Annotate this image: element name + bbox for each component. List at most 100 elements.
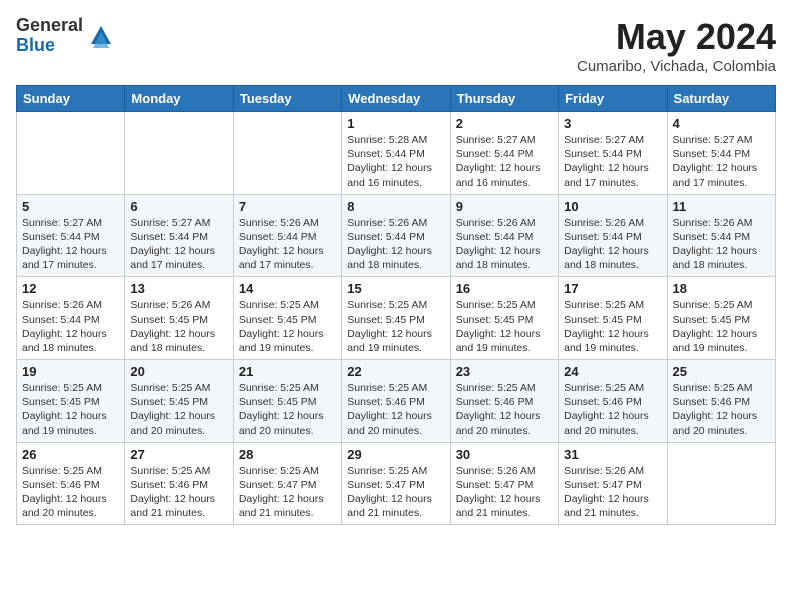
calendar-cell: 12 Sunrise: 5:26 AMSunset: 5:44 PMDayligh… <box>17 277 125 360</box>
calendar-cell: 20Sunrise: 5:25 AMSunset: 5:45 PMDayligh… <box>125 360 233 443</box>
calendar-cell: 23Sunrise: 5:25 AMSunset: 5:46 PMDayligh… <box>450 360 558 443</box>
day-info: Sunrise: 5:25 AMSunset: 5:46 PMDaylight:… <box>347 381 444 438</box>
calendar-cell: 29 Sunrise: 5:25 AMSunset: 5:47 PMDayligh… <box>342 442 450 525</box>
calendar-cell: 25 Sunrise: 5:25 AMSunset: 5:46 PMDayligh… <box>667 360 775 443</box>
day-info: Sunrise: 5:25 AMSunset: 5:45 PMDaylight:… <box>673 298 770 355</box>
day-number: 22 <box>347 364 444 379</box>
day-info: Sunrise: 5:25 AMSunset: 5:45 PMDaylight:… <box>22 381 119 438</box>
day-info: Sunrise: 5:26 AMSunset: 5:44 PMDaylight:… <box>22 298 119 355</box>
calendar-cell: 1Sunrise: 5:28 AMSunset: 5:44 PMDaylight… <box>342 112 450 195</box>
day-number: 3 <box>564 116 661 131</box>
calendar-cell: 19 Sunrise: 5:25 AMSunset: 5:45 PMDayligh… <box>17 360 125 443</box>
day-info: Sunrise: 5:27 AMSunset: 5:44 PMDaylight:… <box>130 216 227 273</box>
title-block: May 2024 Cumaribo, Vichada, Colombia <box>577 16 776 75</box>
day-number: 10 <box>564 199 661 214</box>
day-number: 13 <box>130 281 227 296</box>
calendar-week-2: 5 Sunrise: 5:27 AMSunset: 5:44 PMDaylight… <box>17 194 776 277</box>
calendar-cell: 6Sunrise: 5:27 AMSunset: 5:44 PMDaylight… <box>125 194 233 277</box>
day-number: 14 <box>239 281 336 296</box>
day-number: 18 <box>673 281 770 296</box>
day-number: 7 <box>239 199 336 214</box>
calendar-cell: 28 Sunrise: 5:25 AMSunset: 5:47 PMDayligh… <box>233 442 341 525</box>
calendar-cell: 3 Sunrise: 5:27 AMSunset: 5:44 PMDaylight… <box>559 112 667 195</box>
calendar-cell <box>233 112 341 195</box>
day-number: 31 <box>564 447 661 462</box>
day-number: 9 <box>456 199 553 214</box>
weekday-header-sunday: Sunday <box>17 86 125 112</box>
day-info: Sunrise: 5:25 AMSunset: 5:47 PMDaylight:… <box>239 464 336 521</box>
day-number: 26 <box>22 447 119 462</box>
day-info: Sunrise: 5:26 AMSunset: 5:44 PMDaylight:… <box>673 216 770 273</box>
day-info: Sunrise: 5:26 AMSunset: 5:44 PMDaylight:… <box>239 216 336 273</box>
calendar-cell: 14 Sunrise: 5:25 AMSunset: 5:45 PMDayligh… <box>233 277 341 360</box>
day-info: Sunrise: 5:26 AMSunset: 5:45 PMDaylight:… <box>130 298 227 355</box>
day-info: Sunrise: 5:25 AMSunset: 5:46 PMDaylight:… <box>564 381 661 438</box>
day-number: 28 <box>239 447 336 462</box>
day-info: Sunrise: 5:26 AMSunset: 5:47 PMDaylight:… <box>564 464 661 521</box>
calendar-cell: 22 Sunrise: 5:25 AMSunset: 5:46 PMDayligh… <box>342 360 450 443</box>
calendar-cell: 26 Sunrise: 5:25 AMSunset: 5:46 PMDayligh… <box>17 442 125 525</box>
day-info: Sunrise: 5:25 AMSunset: 5:47 PMDaylight:… <box>347 464 444 521</box>
day-number: 2 <box>456 116 553 131</box>
day-info: Sunrise: 5:27 AMSunset: 5:44 PMDaylight:… <box>22 216 119 273</box>
day-info: Sunrise: 5:25 AMSunset: 5:46 PMDaylight:… <box>673 381 770 438</box>
calendar-cell: 18 Sunrise: 5:25 AMSunset: 5:45 PMDayligh… <box>667 277 775 360</box>
calendar-table: SundayMondayTuesdayWednesdayThursdayFrid… <box>16 85 776 525</box>
calendar-cell: 21 Sunrise: 5:25 AMSunset: 5:45 PMDayligh… <box>233 360 341 443</box>
day-info: Sunrise: 5:25 AMSunset: 5:46 PMDaylight:… <box>130 464 227 521</box>
calendar-cell: 27 Sunrise: 5:25 AMSunset: 5:46 PMDayligh… <box>125 442 233 525</box>
day-info: Sunrise: 5:27 AMSunset: 5:44 PMDaylight:… <box>673 133 770 190</box>
calendar-cell <box>667 442 775 525</box>
day-info: Sunrise: 5:26 AMSunset: 5:44 PMDaylight:… <box>456 216 553 273</box>
logo-icon <box>87 22 115 50</box>
day-number: 5 <box>22 199 119 214</box>
day-info: Sunrise: 5:25 AMSunset: 5:45 PMDaylight:… <box>239 381 336 438</box>
day-number: 11 <box>673 199 770 214</box>
calendar-cell <box>17 112 125 195</box>
day-info: Sunrise: 5:27 AMSunset: 5:44 PMDaylight:… <box>564 133 661 190</box>
day-info: Sunrise: 5:25 AMSunset: 5:45 PMDaylight:… <box>456 298 553 355</box>
logo: General Blue <box>16 16 115 56</box>
day-info: Sunrise: 5:25 AMSunset: 5:45 PMDaylight:… <box>130 381 227 438</box>
day-info: Sunrise: 5:25 AMSunset: 5:45 PMDaylight:… <box>564 298 661 355</box>
day-number: 21 <box>239 364 336 379</box>
calendar-cell: 30Sunrise: 5:26 AMSunset: 5:47 PMDayligh… <box>450 442 558 525</box>
calendar-cell <box>125 112 233 195</box>
calendar-cell: 9 Sunrise: 5:26 AMSunset: 5:44 PMDaylight… <box>450 194 558 277</box>
page-header: General Blue May 2024 Cumaribo, Vichada,… <box>16 16 776 75</box>
weekday-header-friday: Friday <box>559 86 667 112</box>
location: Cumaribo, Vichada, Colombia <box>577 58 776 75</box>
day-info: Sunrise: 5:25 AMSunset: 5:45 PMDaylight:… <box>239 298 336 355</box>
day-number: 16 <box>456 281 553 296</box>
day-number: 17 <box>564 281 661 296</box>
day-number: 25 <box>673 364 770 379</box>
calendar-cell: 5 Sunrise: 5:27 AMSunset: 5:44 PMDaylight… <box>17 194 125 277</box>
day-number: 12 <box>22 281 119 296</box>
day-number: 19 <box>22 364 119 379</box>
calendar-cell: 7 Sunrise: 5:26 AMSunset: 5:44 PMDaylight… <box>233 194 341 277</box>
day-number: 23 <box>456 364 553 379</box>
calendar-cell: 15Sunrise: 5:25 AMSunset: 5:45 PMDayligh… <box>342 277 450 360</box>
day-number: 1 <box>347 116 444 131</box>
day-info: Sunrise: 5:26 AMSunset: 5:44 PMDaylight:… <box>564 216 661 273</box>
weekday-header-monday: Monday <box>125 86 233 112</box>
calendar-cell: 4Sunrise: 5:27 AMSunset: 5:44 PMDaylight… <box>667 112 775 195</box>
day-number: 29 <box>347 447 444 462</box>
day-info: Sunrise: 5:26 AMSunset: 5:47 PMDaylight:… <box>456 464 553 521</box>
day-info: Sunrise: 5:25 AMSunset: 5:46 PMDaylight:… <box>22 464 119 521</box>
weekday-header-wednesday: Wednesday <box>342 86 450 112</box>
month-title: May 2024 <box>577 16 776 58</box>
day-number: 27 <box>130 447 227 462</box>
calendar-cell: 2Sunrise: 5:27 AMSunset: 5:44 PMDaylight… <box>450 112 558 195</box>
calendar-week-3: 12 Sunrise: 5:26 AMSunset: 5:44 PMDayligh… <box>17 277 776 360</box>
calendar-cell: 16 Sunrise: 5:25 AMSunset: 5:45 PMDayligh… <box>450 277 558 360</box>
calendar-week-4: 19 Sunrise: 5:25 AMSunset: 5:45 PMDayligh… <box>17 360 776 443</box>
weekday-header-tuesday: Tuesday <box>233 86 341 112</box>
calendar-cell: 8Sunrise: 5:26 AMSunset: 5:44 PMDaylight… <box>342 194 450 277</box>
calendar-week-5: 26 Sunrise: 5:25 AMSunset: 5:46 PMDayligh… <box>17 442 776 525</box>
calendar-cell: 13 Sunrise: 5:26 AMSunset: 5:45 PMDayligh… <box>125 277 233 360</box>
weekday-header-thursday: Thursday <box>450 86 558 112</box>
calendar-week-1: 1Sunrise: 5:28 AMSunset: 5:44 PMDaylight… <box>17 112 776 195</box>
day-number: 8 <box>347 199 444 214</box>
day-number: 24 <box>564 364 661 379</box>
